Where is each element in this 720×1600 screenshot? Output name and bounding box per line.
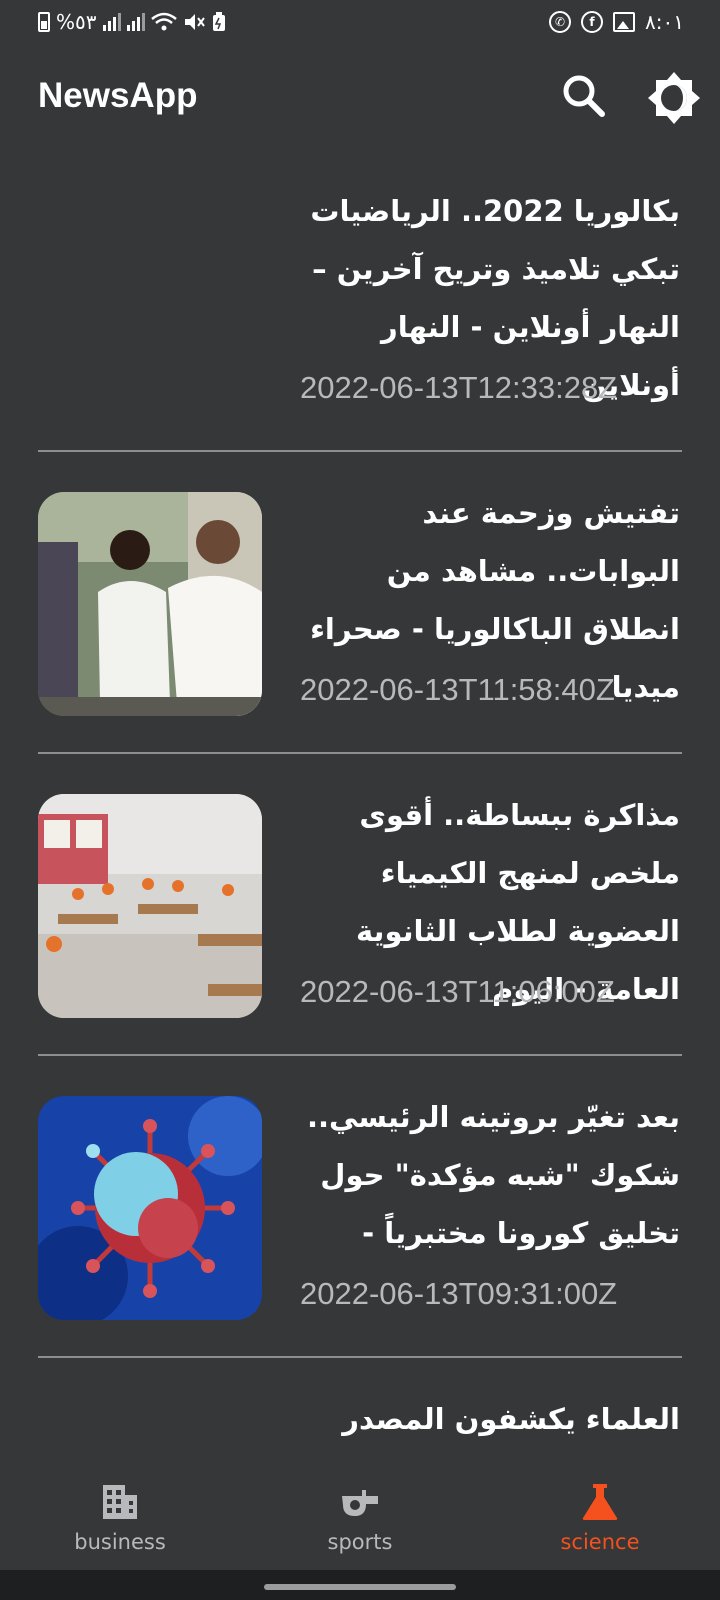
- coronavirus-image: [38, 1096, 262, 1320]
- system-navigation-bar: [0, 1570, 720, 1600]
- news-item[interactable]: تفتيش وزحمة عند البوابات.. مشاهد من انطل…: [0, 452, 720, 754]
- app-bar: NewsApp: [0, 46, 720, 150]
- news-title: العلماء يكشفون المصدر: [342, 1402, 680, 1436]
- home-indicator[interactable]: [264, 1584, 456, 1590]
- news-item[interactable]: العلماء يكشفون المصدر: [0, 1358, 720, 1470]
- bottom-navigation: business sports science: [0, 1470, 720, 1570]
- exam-classroom-image: [38, 794, 262, 1018]
- whistle-icon: [342, 1490, 378, 1516]
- battery-icon: [38, 12, 50, 32]
- battery-saver-icon: [212, 12, 225, 31]
- theme-toggle-button[interactable]: [646, 70, 702, 126]
- nav-item-science[interactable]: science: [500, 1482, 700, 1568]
- news-item[interactable]: بكالوريا 2022.. الرياضيات تبكي تلاميذ وت…: [0, 150, 720, 452]
- news-date: 2022-06-13T11:06:00Z: [300, 974, 615, 1009]
- students-at-gate-image: [38, 492, 262, 716]
- nav-label-business: business: [74, 1530, 166, 1554]
- flask-icon: [582, 1484, 618, 1520]
- nav-label-sports: sports: [327, 1530, 393, 1554]
- news-title: بعد تغيّر بروتينه الرئيسي.. شكوك "شبه مؤ…: [306, 1100, 680, 1250]
- nav-item-sports[interactable]: sports: [260, 1482, 460, 1568]
- search-button[interactable]: [560, 72, 608, 120]
- news-thumbnail: [38, 794, 262, 1018]
- building-icon: [103, 1485, 137, 1519]
- brightness-icon: [648, 72, 700, 124]
- news-date: 2022-06-13T11:58:40Z: [300, 672, 615, 707]
- news-item[interactable]: بعد تغيّر بروتينه الرئيسي.. شكوك "شبه مؤ…: [0, 1056, 720, 1358]
- news-thumbnail: [38, 492, 262, 716]
- news-item[interactable]: مذاكرة ببساطة.. أقوى ملخص لمنهج الكيمياء…: [0, 754, 720, 1056]
- facebook-icon: f: [581, 11, 604, 33]
- news-date: 2022-06-13T09:31:00Z: [300, 1276, 618, 1311]
- battery-percent: %٥٣: [56, 10, 97, 34]
- status-bar: %٥٣ ✆ f ٨:٠١: [0, 0, 720, 46]
- mute-icon: [184, 14, 205, 30]
- search-icon: [563, 75, 605, 117]
- news-list: بكالوريا 2022.. الرياضيات تبكي تلاميذ وت…: [0, 150, 720, 1470]
- wifi-icon: [150, 12, 177, 31]
- gallery-icon: [613, 12, 636, 32]
- nav-item-business[interactable]: business: [20, 1482, 220, 1568]
- signal-icon: [102, 13, 121, 31]
- app-title: NewsApp: [38, 76, 198, 115]
- news-thumbnail: [38, 1096, 262, 1320]
- news-date: 2022-06-13T12:33:28Z: [300, 370, 618, 405]
- status-left: %٥٣: [38, 10, 227, 34]
- signal-icon-2: [126, 13, 145, 31]
- nav-label-science: science: [560, 1530, 640, 1554]
- clock: ٨:٠١: [645, 10, 684, 34]
- whatsapp-icon: ✆: [549, 11, 572, 33]
- status-right: ✆ f ٨:٠١: [549, 10, 684, 34]
